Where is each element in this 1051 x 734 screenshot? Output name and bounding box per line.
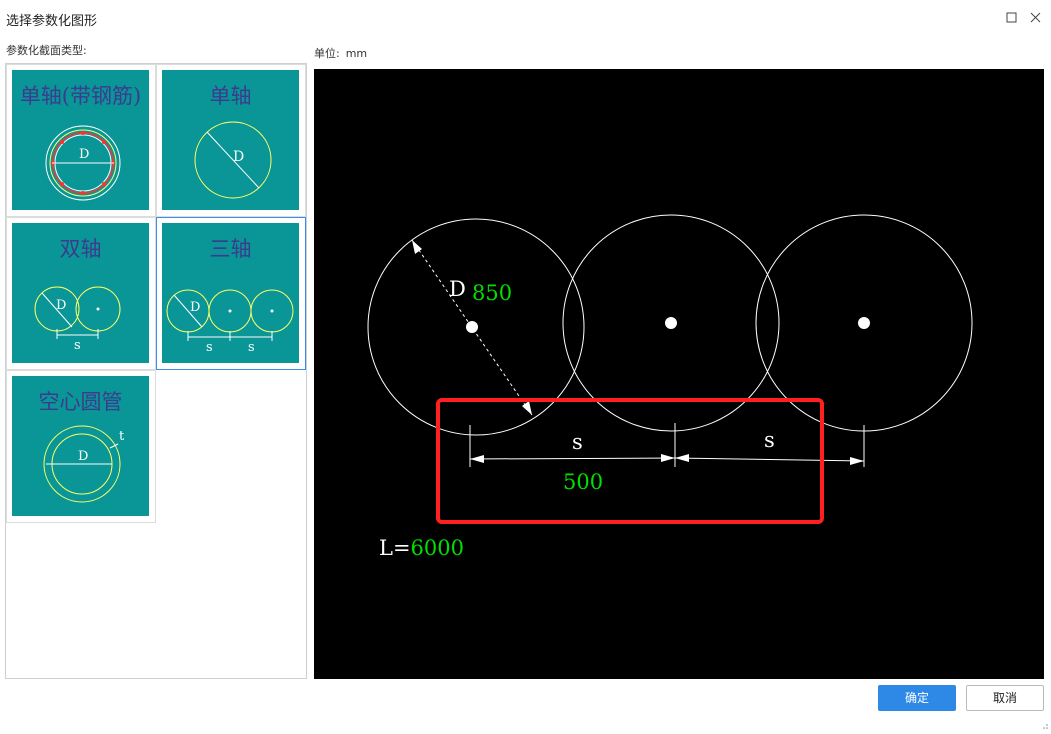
window-title: 选择参数化图形	[6, 14, 98, 29]
length-label: L=	[379, 536, 411, 560]
shape-item-single-rebar[interactable]: D 单轴(带钢筋)	[6, 64, 156, 217]
svg-text:t: t	[119, 429, 125, 444]
svg-text:s: s	[206, 340, 213, 355]
title-bar: 选择参数化图形	[0, 0, 1051, 36]
shape-title: 单轴(带钢筋)	[19, 84, 142, 108]
pile-center-1	[466, 321, 478, 333]
spacing-arrow-3	[675, 454, 689, 462]
svg-text:s: s	[74, 338, 81, 353]
shape-thumbnail: D s s 三轴	[162, 223, 299, 363]
svg-text:D: D	[190, 300, 200, 315]
pile-center-2	[665, 317, 677, 329]
svg-text:s: s	[248, 340, 255, 355]
shape-list: D 单轴(带钢筋) D 单轴 D s 双轴 D s s 三轴 D t 空心圆管	[5, 63, 307, 679]
shape-thumbnail: D 单轴(带钢筋)	[12, 70, 149, 210]
shape-item-triple[interactable]: D s s 三轴	[156, 217, 306, 370]
cancel-button[interactable]: 取消	[966, 685, 1044, 711]
length-readout: L=6000	[379, 536, 464, 560]
unit-value: mm	[345, 47, 368, 60]
svg-text:D: D	[79, 147, 89, 162]
length-value: 6000	[411, 536, 464, 560]
spacing-arrow-1	[470, 455, 484, 463]
triple-pile-preview: D 850 s s 500 L=6000	[367, 214, 973, 560]
shape-title: 单轴	[209, 84, 252, 108]
spacing-dimension-1	[469, 457, 676, 460]
unit-label-text: 单位:	[314, 47, 340, 60]
shape-title: 空心圆管	[38, 390, 123, 414]
shape-item-double[interactable]: D s 双轴	[6, 217, 156, 370]
unit-label: 单位: mm	[314, 45, 373, 61]
close-icon[interactable]	[1026, 8, 1046, 28]
shape-thumbnail: D s 双轴	[12, 223, 149, 363]
shape-item-single[interactable]: D 单轴	[156, 64, 306, 217]
shape-item-hollow-pipe[interactable]: D t 空心圆管	[6, 370, 156, 523]
spacing-arrow-4	[850, 457, 864, 465]
preview-canvas[interactable]: D 850 s s 500 L=6000	[314, 69, 1044, 679]
shape-title: 双轴	[59, 237, 102, 261]
shape-title: 三轴	[209, 237, 252, 261]
svg-text:D: D	[56, 298, 66, 313]
pile-center-3	[858, 317, 870, 329]
spacing-arrow-2	[661, 454, 675, 462]
diameter-value: 850	[472, 281, 512, 305]
spacing-value: 500	[563, 470, 603, 494]
highlight-box	[436, 398, 824, 524]
maximize-icon[interactable]	[1002, 8, 1022, 28]
svg-text:D: D	[78, 449, 88, 464]
ok-button[interactable]: 确定	[878, 685, 956, 711]
spacing-dimension-2	[674, 457, 865, 462]
diameter-label: D	[449, 277, 466, 301]
section-type-label: 参数化截面类型:	[6, 44, 87, 57]
resize-grip-icon[interactable]	[1041, 715, 1049, 729]
svg-text:D: D	[233, 149, 244, 165]
spacing-label-2: s	[764, 428, 775, 452]
shape-thumbnail: D t 空心圆管	[12, 376, 149, 516]
shape-thumbnail: D 单轴	[162, 70, 299, 210]
spacing-label-1: s	[572, 430, 583, 454]
diameter-arrow-bottom	[522, 401, 532, 415]
